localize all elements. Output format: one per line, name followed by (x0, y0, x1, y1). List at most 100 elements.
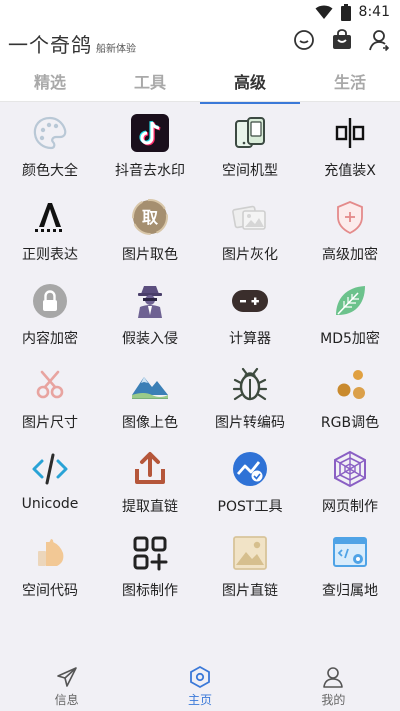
nav-home[interactable]: 主页 (133, 661, 266, 711)
grid-item-advanced-encrypt[interactable]: 高级加密 (300, 191, 400, 275)
grid-item-label: 图片尺寸 (22, 415, 78, 431)
grid-item-web-maker[interactable]: 网页制作 (300, 443, 400, 527)
grid-item-label: 查归属地 (322, 583, 378, 599)
mountain-icon (132, 377, 168, 399)
grid-item-label: 空间代码 (22, 583, 78, 599)
grid-item-image-size[interactable]: 图片尺寸 (0, 359, 100, 443)
tab-featured[interactable]: 精选 (0, 68, 100, 102)
grid-plus-icon (133, 536, 168, 571)
grid-item-label: POST工具 (217, 499, 283, 515)
calculator-icon (232, 290, 268, 312)
grid-item-color-pick[interactable]: 取 图片取色 (100, 191, 200, 275)
grid-item-label: 图像上色 (122, 415, 178, 431)
image-icon (233, 536, 267, 570)
grid-item-label: 空间机型 (222, 163, 278, 179)
grid-item-label: 假装入侵 (122, 331, 178, 347)
grid-item-rgb[interactable]: RGB调色 (300, 359, 400, 443)
profile-icon (323, 667, 344, 688)
grid-item-unicode[interactable]: Unicode (0, 443, 100, 527)
status-bar: 8:41 (0, 0, 400, 24)
share-icon (135, 452, 165, 484)
bag-icon[interactable] (330, 28, 354, 52)
grid-item-label: 颜色大全 (22, 163, 78, 179)
grid-item-label: 图标制作 (122, 583, 178, 599)
tab-advanced[interactable]: 高级 (200, 68, 300, 104)
header-divider (0, 101, 400, 102)
grid-item-gray-image[interactable]: 图片灰化 (200, 191, 300, 275)
grid-item-post-tool[interactable]: POST工具 (200, 443, 300, 527)
tab-tools[interactable]: 工具 (100, 68, 200, 102)
grid-item-label: 计算器 (229, 331, 271, 347)
phone-icon (235, 117, 265, 148)
app-name: 一个奇鸽 (8, 33, 92, 57)
dots-icon (337, 370, 365, 399)
tiktok-icon (131, 114, 169, 152)
wifi-icon (315, 5, 333, 19)
grid-item-fake-hack[interactable]: 假装入侵 (100, 275, 200, 359)
header-actions (292, 28, 392, 52)
nav-label: 主页 (187, 693, 212, 707)
grid-item-icon-maker[interactable]: 图标制作 (100, 527, 200, 611)
hacker-icon (138, 286, 162, 318)
grid-item-md5[interactable]: MD5加密 (300, 275, 400, 359)
grid-item-image-link[interactable]: 图片直链 (200, 527, 300, 611)
app-header: 一个奇鸽 船新体验 精选 工具 高级 生活 (0, 24, 400, 104)
grid-item-label: 抖音去水印 (115, 163, 185, 179)
grid-item-phone-location[interactable]: 查归属地 (300, 527, 400, 611)
battery-icon (340, 3, 351, 21)
status-right: 8:41 (315, 2, 390, 22)
grid-item-label: 高级加密 (322, 247, 378, 263)
grid-item-color-list[interactable]: 颜色大全 (0, 107, 100, 191)
grid-item-image-encode[interactable]: 图片转编码 (200, 359, 300, 443)
color-pick-icon: 取 (132, 199, 168, 235)
status-time: 8:41 (358, 4, 390, 20)
lock-icon (33, 284, 67, 318)
nav-profile[interactable]: 我的 (267, 661, 400, 711)
grid-item-extract-link[interactable]: 提取直链 (100, 443, 200, 527)
code-icon (32, 453, 68, 485)
window-code-icon (333, 537, 367, 567)
web-icon (334, 450, 366, 488)
thumb-icon (38, 539, 64, 566)
category-tabs: 精选 工具 高级 生活 (0, 68, 400, 104)
svg-text:取: 取 (142, 208, 158, 227)
nav-label: 信息 (54, 693, 79, 707)
app-subtitle: 船新体验 (96, 44, 136, 55)
bug-icon (232, 367, 268, 401)
grid-item-label: RGB调色 (320, 415, 380, 431)
grid-item-recharge[interactable]: 充值装X (300, 107, 400, 191)
bottom-nav: 信息 主页 我的 (0, 661, 400, 711)
regex-icon (35, 203, 62, 232)
grid-item-label: 图片取色 (122, 247, 178, 263)
grid-item-colorize[interactable]: 图像上色 (100, 359, 200, 443)
grid-item-label: Unicode (21, 496, 79, 512)
app-title: 一个奇鸽 船新体验 (8, 29, 136, 58)
grid-item-label: 图片灰化 (222, 247, 278, 263)
nav-messages[interactable]: 信息 (0, 661, 133, 711)
leaf-icon (336, 286, 365, 315)
grid-item-calculator[interactable]: 计算器 (200, 275, 300, 359)
chat-icon[interactable] (292, 28, 316, 52)
shield-icon (337, 201, 363, 235)
grid-item-label: MD5加密 (320, 331, 380, 347)
chart-circle-icon (233, 452, 267, 486)
send-icon (56, 667, 77, 687)
grid-item-label: 图片转编码 (215, 415, 285, 431)
grid-item-label: 网页制作 (322, 499, 378, 515)
grid-item-phone-model[interactable]: 空间机型 (200, 107, 300, 191)
grid-item-label: 图片直链 (222, 583, 278, 599)
grid-item-label: 内容加密 (22, 331, 78, 347)
grid-item-space-code[interactable]: 空间代码 (0, 527, 100, 611)
palette-icon (33, 116, 67, 150)
grid-item-regex[interactable]: 正则表达 (0, 191, 100, 275)
grid-item-content-encrypt[interactable]: 内容加密 (0, 275, 100, 359)
gray-image-icon (232, 205, 266, 230)
scissors-icon (36, 370, 64, 399)
nav-label: 我的 (321, 693, 346, 707)
grid-item-label: 提取直链 (122, 499, 178, 515)
grid-item-tiktok[interactable]: 抖音去水印 (100, 107, 200, 191)
user-icon[interactable] (368, 28, 392, 52)
tab-life[interactable]: 生活 (300, 68, 400, 102)
grid-item-label: 正则表达 (22, 247, 78, 263)
tool-grid: 颜色大全 抖音去水印 空间机型 充值装X 正则表达 取 图片取色 图片灰化 高级… (0, 107, 400, 611)
